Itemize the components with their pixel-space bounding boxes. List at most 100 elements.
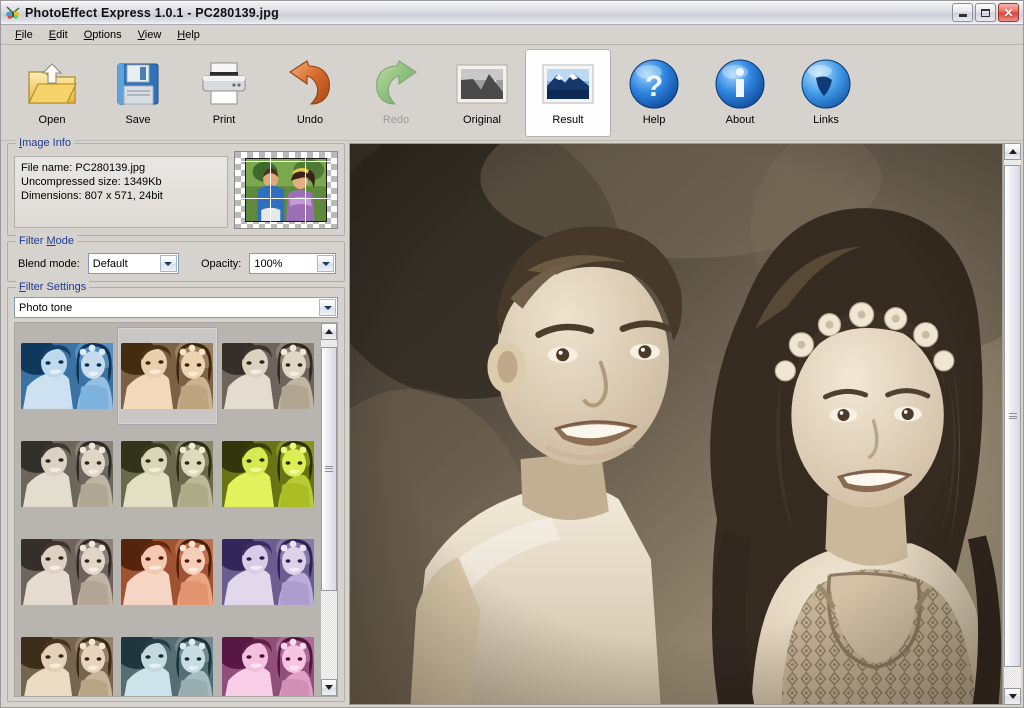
toolbar-button-print[interactable]: Print [181, 49, 267, 137]
filter-thumbnail-cool-gray-tone[interactable] [17, 425, 117, 523]
filter-thumbnail-blue-tone[interactable] [17, 327, 117, 425]
chevron-down-icon[interactable] [159, 255, 177, 272]
right-panel [349, 141, 1023, 707]
opacity-select[interactable]: 100% [249, 253, 336, 274]
scroll-track[interactable] [321, 340, 337, 679]
toolbar-button-help[interactable]: ? Help [611, 49, 697, 137]
filter-thumbnail-neutral-gray-tone[interactable] [218, 327, 318, 425]
toolbar-label-about: About [725, 114, 755, 126]
toolbar-button-redo[interactable]: Redo [353, 49, 439, 137]
toolbar-label-help: Help [642, 114, 666, 126]
scroll-thumb[interactable] [321, 346, 337, 591]
close-icon[interactable]: ✕ [998, 3, 1019, 22]
source-thumbnail[interactable] [234, 151, 338, 229]
filter-thumbnail-image [21, 441, 114, 507]
open-folder-icon [23, 56, 81, 112]
info-icon [711, 56, 769, 112]
left-panel: Image Info File name: PC280139.jpg Uncom… [1, 137, 349, 707]
blend-mode-select[interactable]: Default [87, 253, 179, 274]
toolbar-label-original: Original [463, 114, 501, 126]
source-thumbnail-image [245, 158, 327, 222]
toolbar: Open Save Print Undo Redo Original Resul… [1, 45, 1023, 141]
filter-thumbnail-image [221, 539, 314, 605]
filter-thumbnail-grid [15, 323, 320, 696]
filter-mode-group-label: Filter Mode [16, 235, 78, 247]
filter-thumbnail-pink-magenta-tone[interactable] [218, 621, 318, 696]
canvas-scrollbar[interactable] [1003, 143, 1021, 705]
canvas-scroll-track[interactable] [1004, 160, 1021, 688]
filter-thumbnail-image [121, 637, 214, 696]
toolbar-label-links: Links [813, 114, 839, 126]
blend-mode-value: Default [92, 257, 128, 270]
filter-thumbnail-image [121, 539, 214, 605]
chevron-down-icon[interactable] [319, 299, 336, 316]
filter-settings-group-label: Filter Settings [16, 281, 90, 293]
scroll-up-button[interactable] [321, 323, 337, 340]
filter-thumbnail-image [121, 441, 214, 507]
image-info-dimensions: Dimensions: 807 x 571, 24bit [21, 190, 163, 202]
floppy-disk-icon [109, 56, 167, 112]
minimize-icon[interactable] [952, 3, 973, 22]
toolbar-label-save: Save [125, 114, 151, 126]
filter-thumbnail-image [221, 343, 314, 409]
grip-icon [325, 465, 333, 472]
toolbar-label-result: Result [552, 114, 584, 126]
undo-arrow-icon [281, 56, 339, 112]
menu-item-view[interactable]: View [130, 27, 170, 43]
toolbar-button-about[interactable]: About [697, 49, 783, 137]
toolbar-button-original[interactable]: Original [439, 49, 525, 137]
filter-mode-group: Filter Mode Blend mode: Default Opacity:… [7, 235, 345, 282]
image-info-text: File name: PC280139.jpg Uncompressed siz… [14, 156, 228, 228]
toolbar-button-save[interactable]: Save [95, 49, 181, 137]
menu-item-help[interactable]: Help [169, 27, 208, 43]
filter-thumbnail-warm-sepia-tone[interactable] [17, 621, 117, 696]
chevron-down-icon[interactable] [317, 255, 334, 272]
result-image [350, 144, 1002, 704]
filter-thumbnail-orange-red-tone[interactable] [117, 523, 217, 621]
toolbar-label-undo: Undo [296, 114, 324, 126]
filter-thumbnail-yellow-green-tone[interactable] [218, 425, 318, 523]
toolbar-button-undo[interactable]: Undo [267, 49, 353, 137]
filter-thumbnail-sepia-tone[interactable] [117, 327, 218, 425]
toolbar-label-open: Open [38, 114, 66, 126]
opacity-label: Opacity: [200, 257, 242, 270]
menu-bar: File Edit Options View Help [1, 25, 1023, 45]
filter-thumbnail-sage-green-tone[interactable] [117, 425, 217, 523]
menu-item-file[interactable]: File [7, 27, 41, 43]
filter-type-select[interactable]: Photo tone [14, 297, 338, 318]
maximize-icon[interactable] [975, 3, 996, 22]
result-photo-icon [539, 56, 597, 112]
main-body: Image Info File name: PC280139.jpg Uncom… [1, 137, 1023, 707]
filter-thumbnail-mauve-gray-tone[interactable] [17, 523, 117, 621]
canvas-scroll-thumb[interactable] [1004, 165, 1021, 667]
filter-thumbnail-cyan-blue-tone[interactable] [117, 621, 217, 696]
original-photo-icon [453, 56, 511, 112]
opacity-value: 100% [254, 257, 283, 270]
window-title: PhotoEffect Express 1.0.1 - PC280139.jpg [25, 5, 279, 20]
menu-item-edit[interactable]: Edit [41, 27, 76, 43]
filter-thumbnail-image [21, 637, 114, 696]
filter-thumbnail-image [221, 441, 314, 507]
title-bar: PhotoEffect Express 1.0.1 - PC280139.jpg… [1, 1, 1023, 25]
filter-type-value: Photo tone [19, 301, 73, 314]
toolbar-button-links[interactable]: Links [783, 49, 869, 137]
canvas-scroll-down-button[interactable] [1004, 688, 1021, 705]
question-mark-icon: ? [625, 56, 683, 112]
result-image-canvas[interactable] [349, 143, 1003, 705]
toolbar-label-print: Print [212, 114, 236, 126]
filter-thumbnail-violet-tone[interactable] [218, 523, 318, 621]
filter-thumbnail-image [21, 539, 114, 605]
toolbar-button-open[interactable]: Open [9, 49, 95, 137]
filter-thumbnail-image [21, 343, 114, 409]
filter-thumbnail-image [221, 637, 314, 696]
grip-icon [1008, 413, 1017, 420]
menu-item-options[interactable]: Options [76, 27, 130, 43]
canvas-scroll-up-button[interactable] [1004, 143, 1021, 160]
scroll-down-button[interactable] [321, 679, 337, 696]
toolbar-button-result[interactable]: Result [525, 49, 611, 137]
application-window: PhotoEffect Express 1.0.1 - PC280139.jpg… [0, 0, 1024, 708]
filter-thumbnails-scrollbar[interactable] [320, 323, 337, 696]
printer-icon [195, 56, 253, 112]
globe-icon [797, 56, 855, 112]
app-butterfly-icon [5, 5, 21, 21]
